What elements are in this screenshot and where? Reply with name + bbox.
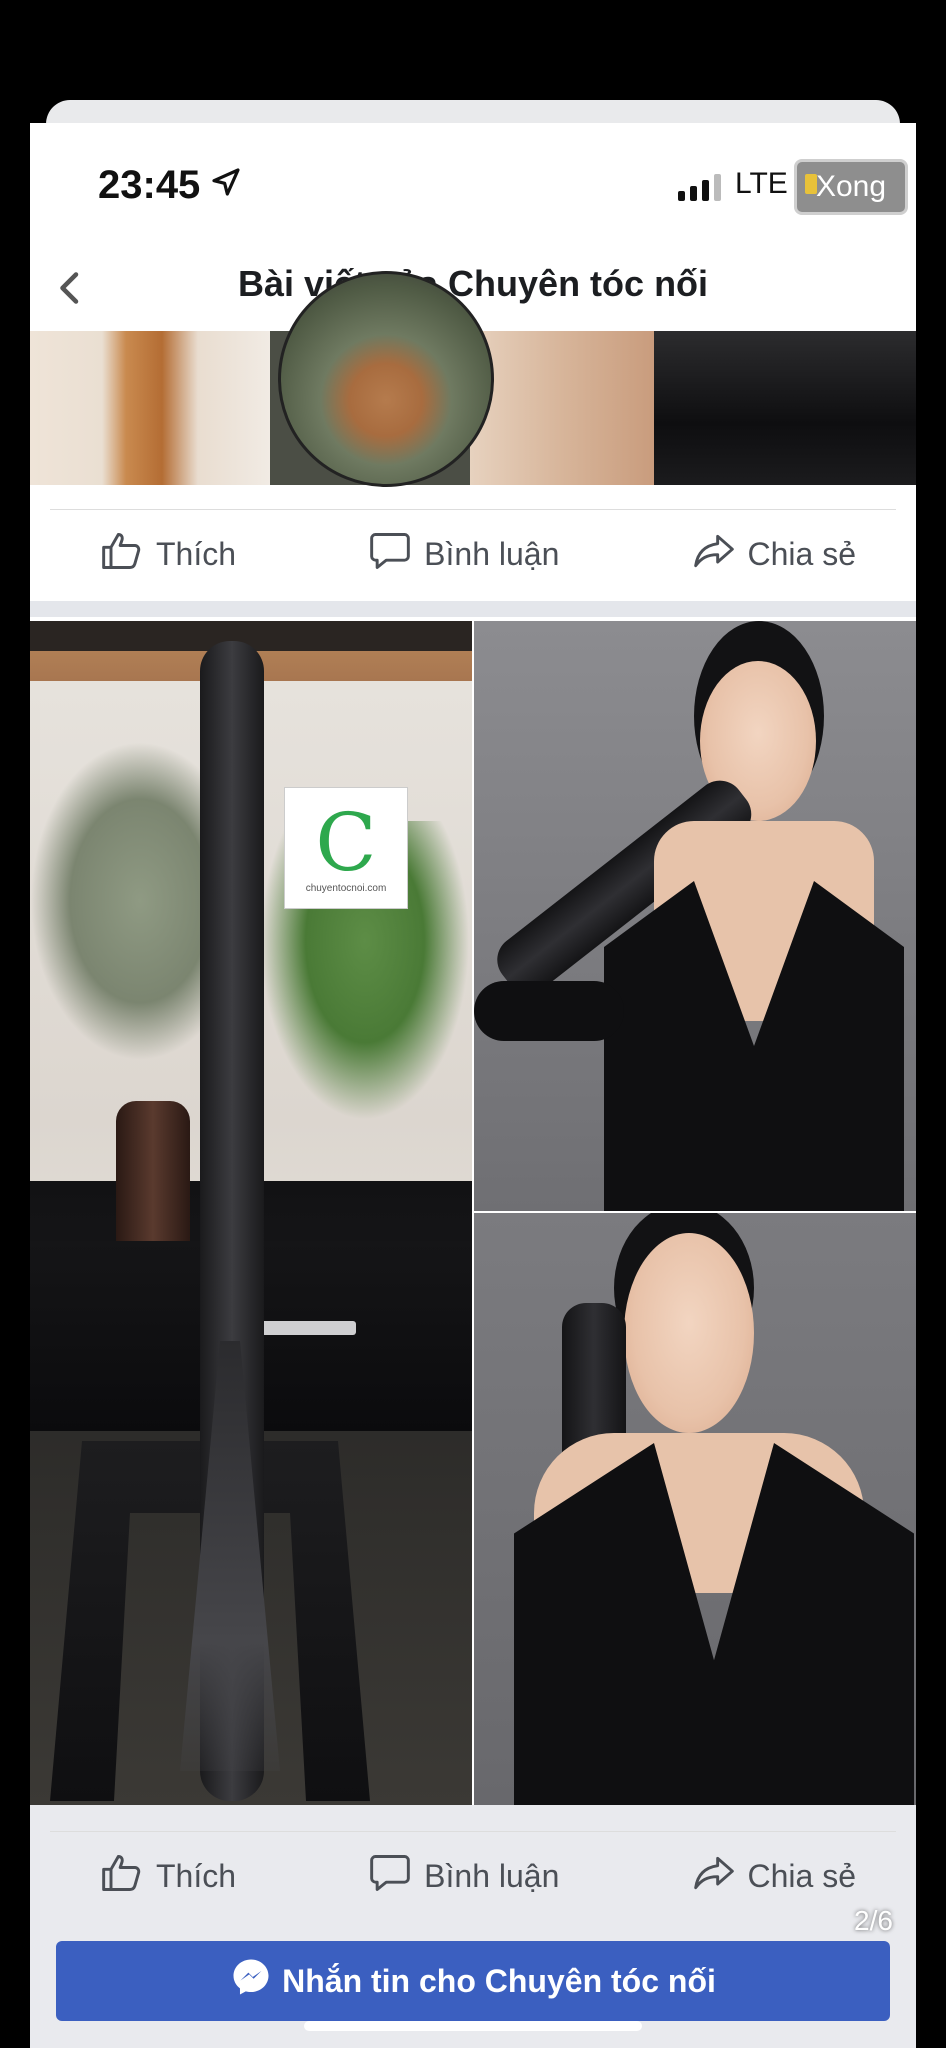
photo-thumb: [470, 331, 654, 485]
comment-label: Bình luận: [424, 536, 560, 572]
comment-icon: [368, 529, 412, 581]
photo-thumb: [270, 271, 494, 487]
share-icon: [692, 529, 736, 581]
signal-icon: [678, 173, 721, 201]
status-time: 23:45: [98, 163, 242, 208]
comment-label: Bình luận: [424, 1858, 560, 1894]
watermark-url: chuyentocnoi.com: [305, 882, 387, 894]
network-label: LTE: [735, 167, 788, 200]
comment-button[interactable]: Bình luận: [368, 1851, 559, 1903]
previous-post-photo-strip[interactable]: [30, 271, 916, 487]
post-viewer-screen: 23:45 LTE Xong Bài viết của Chuyên tóc n…: [30, 123, 916, 2048]
status-bar: 23:45 LTE Xong: [30, 123, 916, 243]
like-button[interactable]: Thích: [100, 1851, 236, 1903]
post-separator: [30, 601, 916, 617]
photo-thumb: [654, 331, 916, 485]
messenger-icon: [230, 1956, 272, 2006]
photo-braid-product[interactable]: C chuyentocnoi.com: [30, 621, 472, 1805]
photo-thumb: [30, 331, 270, 485]
clock-text: 23:45: [98, 163, 201, 207]
brand-watermark-logo: C chuyentocnoi.com: [284, 787, 408, 909]
post-action-bar-bottom: Thích Bình luận Chia sẻ: [50, 1831, 896, 1921]
done-label: Xong: [815, 170, 887, 203]
like-icon: [100, 1851, 144, 1903]
photo-model-top[interactable]: [474, 621, 916, 1211]
logo-icon: C: [315, 795, 377, 889]
message-page-button[interactable]: Nhắn tin cho Chuyên tóc nối: [56, 1941, 890, 2021]
like-button[interactable]: Thích: [100, 529, 236, 581]
like-icon: [100, 529, 144, 581]
comment-button[interactable]: Bình luận: [368, 529, 559, 581]
location-arrow-icon: [210, 163, 242, 208]
gallery-counter: 2/6: [854, 1905, 893, 1936]
photo-model-bottom[interactable]: [474, 1213, 916, 1805]
message-button-label: Nhắn tin cho Chuyên tóc nối: [282, 1962, 716, 1999]
share-icon: [692, 1851, 736, 1903]
comment-icon: [368, 1851, 412, 1903]
share-label: Chia sẻ: [747, 536, 857, 572]
page-title: Bài viết của Chuyên tóc nối: [237, 263, 709, 304]
home-indicator[interactable]: [304, 2021, 642, 2031]
battery-icon: [805, 174, 817, 194]
done-button[interactable]: Xong: [794, 159, 908, 215]
post-photo-grid[interactable]: C chuyentocnoi.com: [30, 621, 916, 1805]
post-action-bar: Thích Bình luận Chia sẻ: [50, 509, 896, 599]
share-button[interactable]: Chia sẻ: [692, 529, 857, 581]
share-button[interactable]: Chia sẻ: [692, 1851, 857, 1903]
like-label: Thích: [156, 536, 237, 572]
like-label: Thích: [156, 1858, 237, 1894]
share-label: Chia sẻ: [747, 1858, 857, 1894]
